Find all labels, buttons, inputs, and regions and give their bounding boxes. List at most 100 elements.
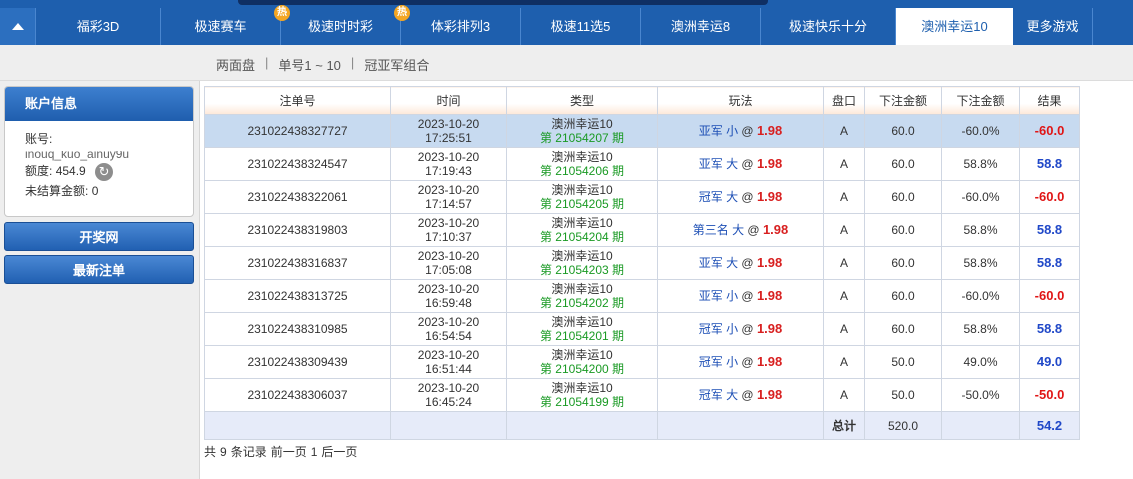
cell-result: -60.0 <box>1019 180 1080 214</box>
table-row[interactable]: 231022438310985 2023-10-20 16:54:54 澳洲幸运10 第… <box>204 312 1080 346</box>
table-row[interactable]: 231022438319803 2023-10-20 17:10:37 澳洲幸运10 第… <box>204 213 1080 247</box>
cell-pan: A <box>823 114 865 148</box>
cell-at-sign: @ <box>741 124 754 138</box>
refresh-icon[interactable]: ↻ <box>95 162 114 181</box>
cell-play: 冠军 大 @ 1.98 <box>657 180 824 214</box>
tab-label: 极速11选5 <box>550 19 611 34</box>
subnav-item-single-number[interactable]: 单号1 ~ 10 <box>278 55 341 74</box>
cell-rebate: -60.0% <box>941 180 1020 214</box>
pager-prev-link[interactable]: 前一页 <box>271 445 307 459</box>
table-row[interactable]: 231022438306037 2023-10-20 16:45:24 澳洲幸运10 第… <box>204 378 1080 412</box>
cell-play-name: 亚军 小 <box>698 289 739 303</box>
account-label: 账号: <box>25 132 53 146</box>
sub-nav: 两面盘 | 单号1 ~ 10 | 冠亚军组合 <box>0 45 1133 81</box>
tab-game-0[interactable]: 福彩3D <box>36 8 161 45</box>
cell-at-sign: @ <box>741 355 754 369</box>
cell-bet-id: 231022438310985 <box>204 312 391 346</box>
tab-game-3[interactable]: 体彩排列3 <box>401 8 521 45</box>
tab-game-6[interactable]: 极速快乐十分 <box>761 8 896 45</box>
total-empty-cell <box>941 411 1020 440</box>
cell-game-name: 澳洲幸运10 <box>551 381 613 395</box>
cell-clock: 17:10:37 <box>425 230 472 244</box>
cell-amount: 60.0 <box>864 312 942 346</box>
caret-up-icon <box>11 23 24 30</box>
table-row[interactable]: 231022438309439 2023-10-20 16:51:44 澳洲幸运10 第… <box>204 345 1080 379</box>
table-row[interactable]: 231022438324547 2023-10-20 17:19:43 澳洲幸运10 第… <box>204 147 1080 181</box>
cell-issue: 第 21054199 期 <box>539 395 625 409</box>
cell-clock: 17:14:57 <box>425 197 472 211</box>
cell-clock: 17:19:43 <box>425 164 472 178</box>
cell-at-sign: @ <box>741 157 754 171</box>
cell-time: 2023-10-20 17:10:37 <box>390 213 507 247</box>
cell-play: 冠军 小 @ 1.98 <box>657 345 824 379</box>
column-header-amount: 下注金额 <box>864 86 942 115</box>
subnav-separator: | <box>265 55 269 70</box>
tab-game-8[interactable]: 更多游戏 <box>1013 8 1093 45</box>
cell-play-name: 亚军 小 <box>698 124 739 138</box>
cell-type: 澳洲幸运10 第 21054203 期 <box>506 246 658 280</box>
cell-rebate: -60.0% <box>941 114 1020 148</box>
latest-bets-button[interactable]: 最新注单 <box>4 255 194 284</box>
total-amount: 520.0 <box>864 411 942 440</box>
tab-game-2[interactable]: 极速时时彩热 <box>281 5 410 45</box>
subnav-item-two-sided[interactable]: 两面盘 <box>216 55 255 74</box>
cell-result: -60.0 <box>1019 114 1080 148</box>
bets-table-container: 注单号 时间 类型 玩法 盘口 下注金额 下注金额 结果 23102243832… <box>204 86 1080 440</box>
cell-game-name: 澳洲幸运10 <box>551 117 613 131</box>
cell-type: 澳洲幸运10 第 21054204 期 <box>506 213 658 247</box>
column-header-result: 结果 <box>1019 86 1080 115</box>
cell-play-name: 冠军 小 <box>698 322 739 336</box>
cell-at-sign: @ <box>747 223 760 237</box>
cell-time: 2023-10-20 16:51:44 <box>390 345 507 379</box>
cell-play: 第三名 大 @ 1.98 <box>657 213 824 247</box>
tab-label: 更多游戏 <box>1026 19 1079 34</box>
tab-label: 极速时时彩 <box>307 19 373 34</box>
tab-game-5[interactable]: 澳洲幸运8 <box>641 8 761 45</box>
cell-type: 澳洲幸运10 第 21054205 期 <box>506 180 658 214</box>
cell-time: 2023-10-20 16:54:54 <box>390 312 507 346</box>
table-row[interactable]: 231022438327727 2023-10-20 17:25:51 澳洲幸运10 第… <box>204 114 1080 148</box>
cell-rebate: 49.0% <box>941 345 1020 379</box>
cell-odds: 1.98 <box>756 354 783 369</box>
cell-pan: A <box>823 213 865 247</box>
cell-date: 2023-10-20 <box>417 183 480 197</box>
table-row[interactable]: 231022438313725 2023-10-20 16:59:48 澳洲幸运10 第… <box>204 279 1080 313</box>
cell-odds: 1.98 <box>756 387 783 402</box>
quota-row: 额度: 454.9 ↻ <box>25 161 193 181</box>
tab-game-7[interactable]: 澳洲幸运10 <box>896 8 1013 45</box>
cell-at-sign: @ <box>741 322 754 336</box>
total-result: 54.2 <box>1019 411 1080 440</box>
subnav-item-combination[interactable]: 冠亚军组合 <box>364 55 429 74</box>
table-row[interactable]: 231022438316837 2023-10-20 17:05:08 澳洲幸运10 第… <box>204 246 1080 280</box>
tab-game-4[interactable]: 极速11选5 <box>521 8 641 45</box>
cell-game-name: 澳洲幸运10 <box>551 348 613 362</box>
cell-clock: 17:25:51 <box>425 131 472 145</box>
draw-results-button[interactable]: 开奖网 <box>4 222 194 251</box>
collapse-toggle-button[interactable] <box>0 8 36 45</box>
cell-rebate: -60.0% <box>941 279 1020 313</box>
cell-pan: A <box>823 147 865 181</box>
column-header-type: 类型 <box>506 86 658 115</box>
cell-game-name: 澳洲幸运10 <box>551 282 613 296</box>
bets-table: 注单号 时间 类型 玩法 盘口 下注金额 下注金额 结果 23102243832… <box>204 86 1080 440</box>
cell-amount: 60.0 <box>864 180 942 214</box>
cell-play-name: 亚军 大 <box>698 157 739 171</box>
table-row[interactable]: 231022438322061 2023-10-20 17:14:57 澳洲幸运10 第… <box>204 180 1080 214</box>
cell-at-sign: @ <box>741 289 754 303</box>
cell-date: 2023-10-20 <box>417 216 480 230</box>
cell-issue: 第 21054207 期 <box>539 131 625 145</box>
cell-type: 澳洲幸运10 第 21054201 期 <box>506 312 658 346</box>
cell-date: 2023-10-20 <box>417 381 480 395</box>
cell-at-sign: @ <box>741 256 754 270</box>
tab-game-1[interactable]: 极速赛车热 <box>161 5 290 45</box>
cell-amount: 50.0 <box>864 378 942 412</box>
total-empty-cell <box>657 411 824 440</box>
cell-bet-id: 231022438313725 <box>204 279 391 313</box>
cell-issue: 第 21054204 期 <box>539 230 625 244</box>
cell-type: 澳洲幸运10 第 21054200 期 <box>506 345 658 379</box>
cell-date: 2023-10-20 <box>417 348 480 362</box>
pager-next-link[interactable]: 后一页 <box>321 445 357 459</box>
cell-result: 58.8 <box>1019 147 1080 181</box>
cell-time: 2023-10-20 17:05:08 <box>390 246 507 280</box>
cell-date: 2023-10-20 <box>417 315 480 329</box>
